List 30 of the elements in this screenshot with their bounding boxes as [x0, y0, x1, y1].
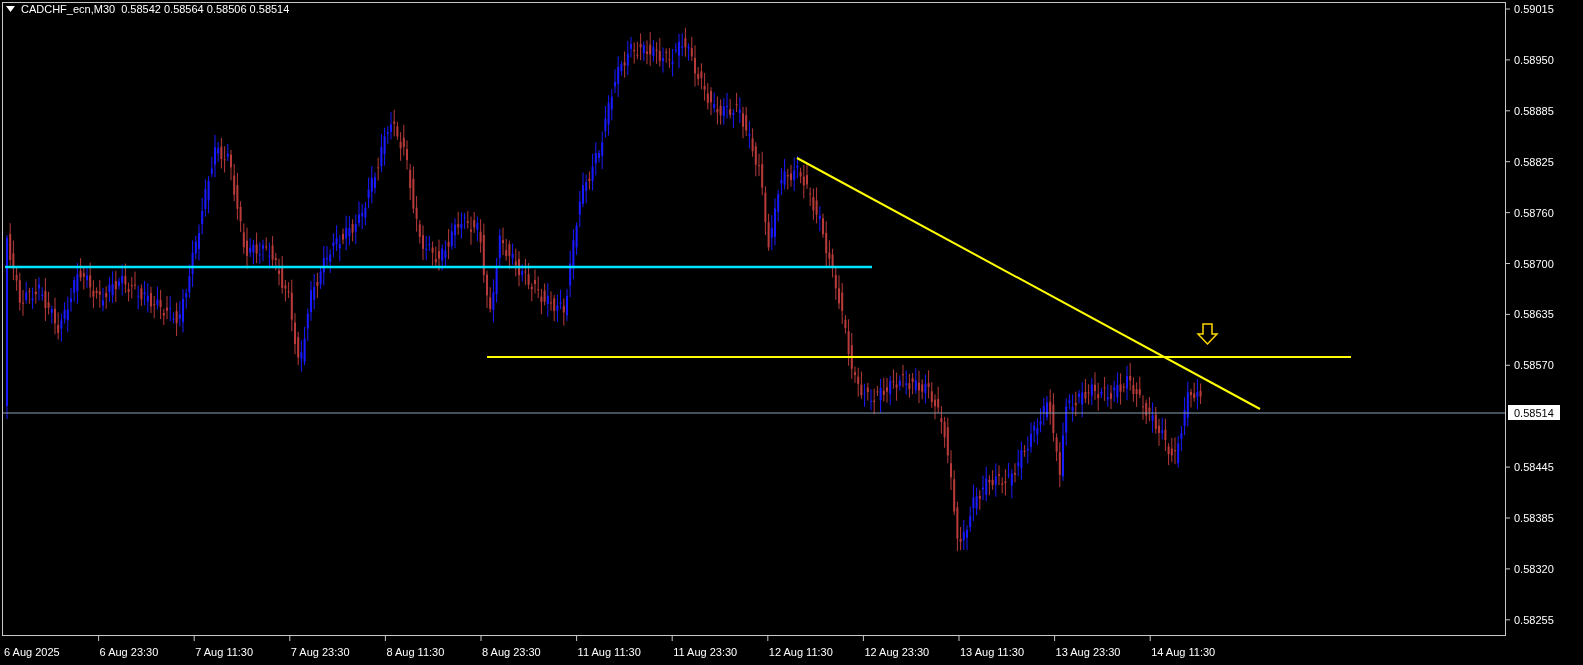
time-axis-label: 7 Aug 23:30 — [290, 646, 350, 658]
quote-label: 0.58542 0.58564 0.58506 0.58514 — [121, 3, 290, 15]
time-axis-label: 6 Aug 2025 — [4, 646, 60, 658]
time-axis-label: 11 Aug 11:30 — [577, 646, 641, 658]
price-axis-label: 0.58700 — [1514, 257, 1554, 270]
price-axis-label: 0.59015 — [1514, 3, 1554, 15]
time-axis-label: 14 Aug 11:30 — [1151, 646, 1216, 658]
price-axis-label: 0.58570 — [1514, 359, 1554, 372]
time-axis-label: 7 Aug 11:30 — [195, 646, 254, 658]
dropdown-icon[interactable] — [6, 6, 15, 12]
price-axis-label: 0.58950 — [1514, 53, 1554, 66]
price-axis-label: 0.58825 — [1514, 155, 1554, 168]
price-axis-label: 0.58320 — [1514, 562, 1554, 575]
time-axis-label: 12 Aug 23:30 — [864, 646, 930, 658]
price-axis-label: 0.58885 — [1514, 104, 1554, 117]
current-price-label: 0.58514 — [1508, 405, 1560, 420]
time-axis-label: 6 Aug 23:30 — [99, 646, 159, 658]
time-axis-label: 8 Aug 11:30 — [386, 646, 445, 658]
time-axis-label: 13 Aug 11:30 — [960, 646, 1025, 658]
down-arrow-icon — [1196, 323, 1219, 346]
time-axis-label: 11 Aug 23:30 — [673, 646, 738, 658]
price-axis-label: 0.58385 — [1514, 512, 1554, 524]
price-axis-label: 0.58635 — [1514, 308, 1554, 321]
time-axis-label: 13 Aug 23:30 — [1055, 646, 1121, 658]
price-axis-label: 0.58255 — [1514, 613, 1554, 626]
time-axis-label: 12 Aug 11:30 — [768, 646, 833, 658]
price-axis-label: 0.58445 — [1514, 461, 1554, 474]
time-axis-label: 8 Aug 23:30 — [482, 646, 541, 658]
price-axis-label: 0.58760 — [1514, 206, 1554, 219]
symbol-label: CADCHF_ecn,M30 — [21, 3, 116, 15]
